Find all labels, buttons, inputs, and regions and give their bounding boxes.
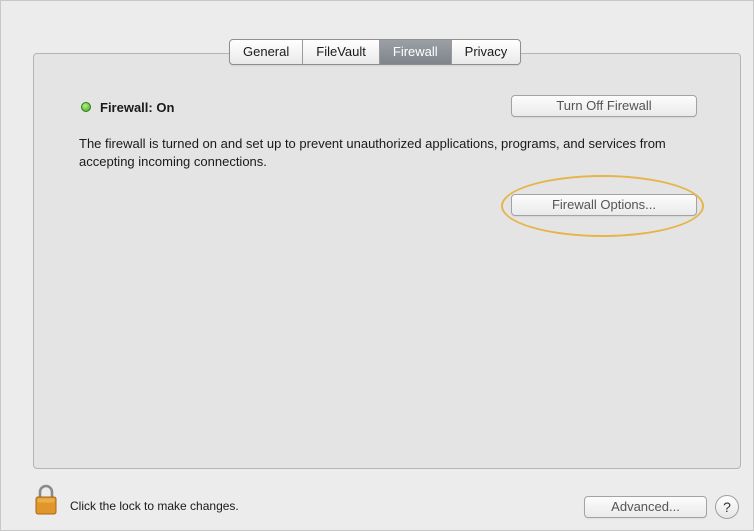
- firewall-description: The firewall is turned on and set up to …: [79, 136, 666, 169]
- tab-bar: General FileVault Firewall Privacy: [229, 39, 522, 65]
- tab-general[interactable]: General: [230, 40, 304, 64]
- lock-instruction-label: Click the lock to make changes.: [70, 499, 239, 513]
- tab-filevault[interactable]: FileVault: [303, 40, 380, 64]
- firewall-status-label: Firewall: On: [100, 99, 175, 115]
- turn-off-firewall-button[interactable]: Turn Off Firewall: [511, 95, 697, 117]
- firewall-options-button[interactable]: Firewall Options...: [511, 194, 697, 216]
- tab-firewall[interactable]: Firewall: [379, 40, 452, 64]
- tab-privacy[interactable]: Privacy: [452, 40, 521, 64]
- help-button[interactable]: ?: [715, 495, 739, 519]
- padlock-icon[interactable]: [35, 484, 57, 515]
- security-preferences-window: General FileVault Firewall Privacy Firew…: [0, 0, 754, 531]
- firewall-status: Firewall: On: [81, 97, 174, 117]
- advanced-button[interactable]: Advanced...: [584, 496, 707, 518]
- status-indicator-icon: [81, 102, 91, 112]
